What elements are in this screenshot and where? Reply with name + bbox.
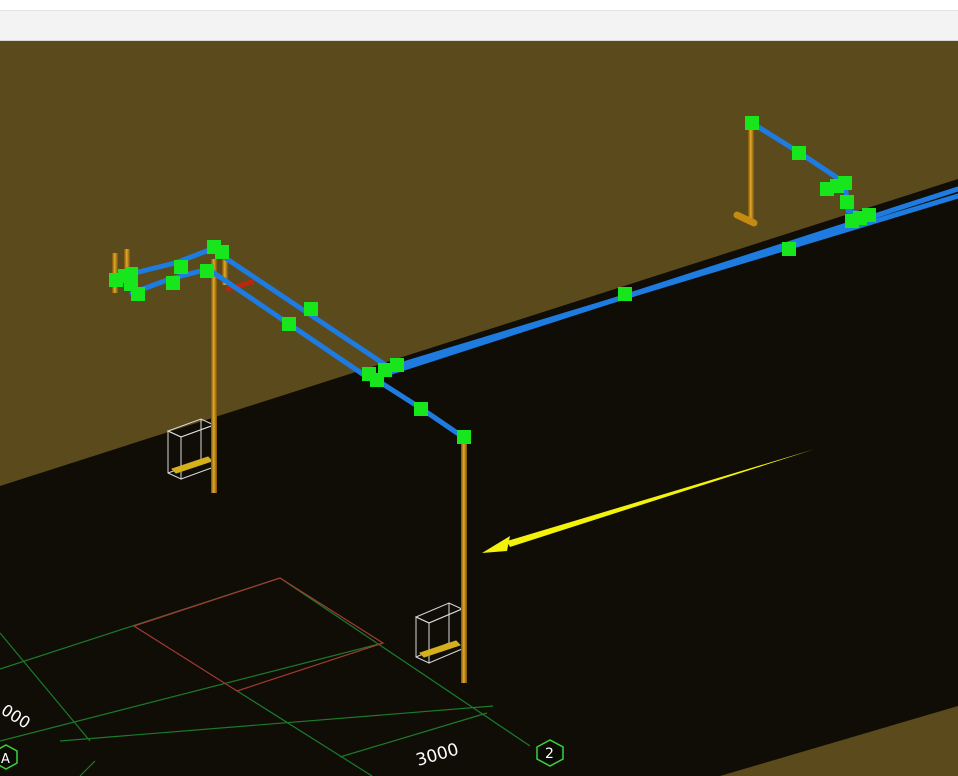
pipe-node — [862, 208, 876, 222]
pipe-node — [745, 116, 759, 130]
pipe-node — [838, 176, 852, 190]
pipe-node — [618, 287, 632, 301]
pipe-node — [304, 302, 318, 316]
3d-model-viewport[interactable]: 000 3000 A 2 — [0, 41, 958, 776]
pipe-node — [126, 267, 138, 279]
pipe-node — [840, 195, 854, 209]
grid-tag-2-label: 2 — [545, 746, 554, 762]
pipe-node — [390, 358, 404, 372]
pipe-node — [457, 430, 471, 444]
pipe-node — [200, 264, 214, 278]
grid-tag-a-label: A — [1, 752, 10, 767]
pipe-node — [131, 287, 145, 301]
pipe-node — [215, 245, 229, 259]
pipe-node — [282, 317, 296, 331]
pipe-node — [174, 260, 188, 274]
pipe-node — [378, 363, 392, 377]
toolbar — [0, 11, 958, 41]
pipe-node — [792, 146, 806, 160]
pipe-node — [782, 242, 796, 256]
window-top-strip — [0, 0, 958, 11]
pipe-node — [414, 402, 428, 416]
pipe-node — [166, 276, 180, 290]
